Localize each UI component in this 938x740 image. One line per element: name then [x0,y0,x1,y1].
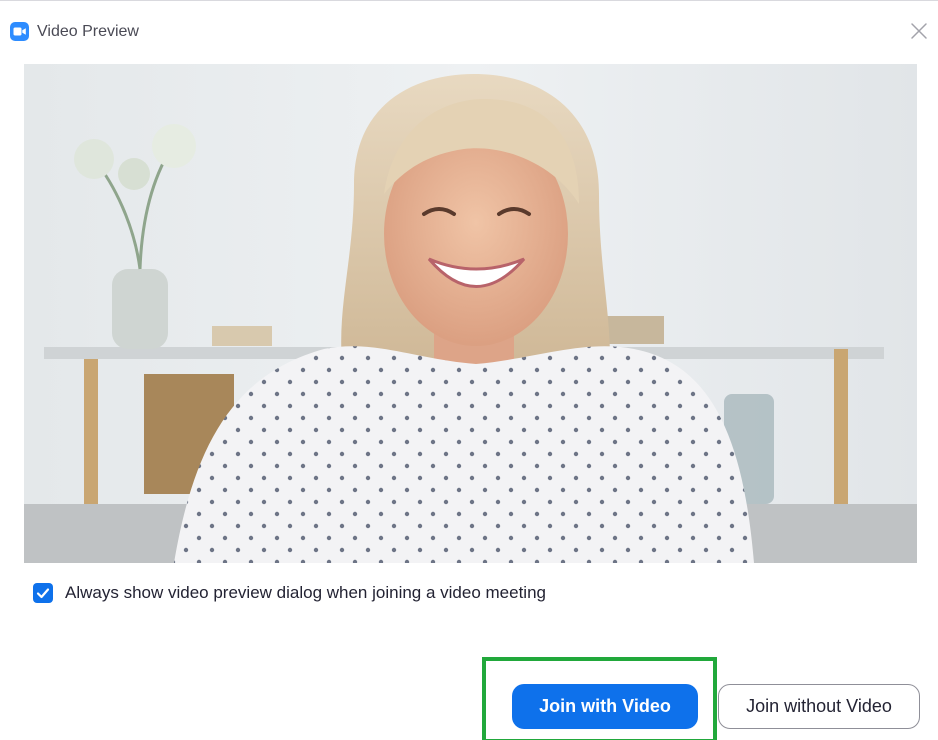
always-show-preview-label[interactable]: Always show video preview dialog when jo… [65,583,546,603]
camera-preview-image [24,64,917,563]
window-title: Video Preview [37,23,139,40]
video-preview-dialog: Video Preview Always show video preview … [0,0,938,740]
always-show-preview-option[interactable]: Always show video preview dialog when jo… [33,581,546,605]
checkmark-icon [36,588,50,599]
zoom-camera-icon [10,22,29,41]
title-bar: Video Preview [0,1,938,41]
always-show-preview-checkbox[interactable] [33,583,53,603]
join-with-video-button[interactable]: Join with Video [512,684,698,729]
close-icon[interactable] [908,20,930,42]
join-without-video-button[interactable]: Join without Video [718,684,920,729]
video-preview [24,64,917,563]
